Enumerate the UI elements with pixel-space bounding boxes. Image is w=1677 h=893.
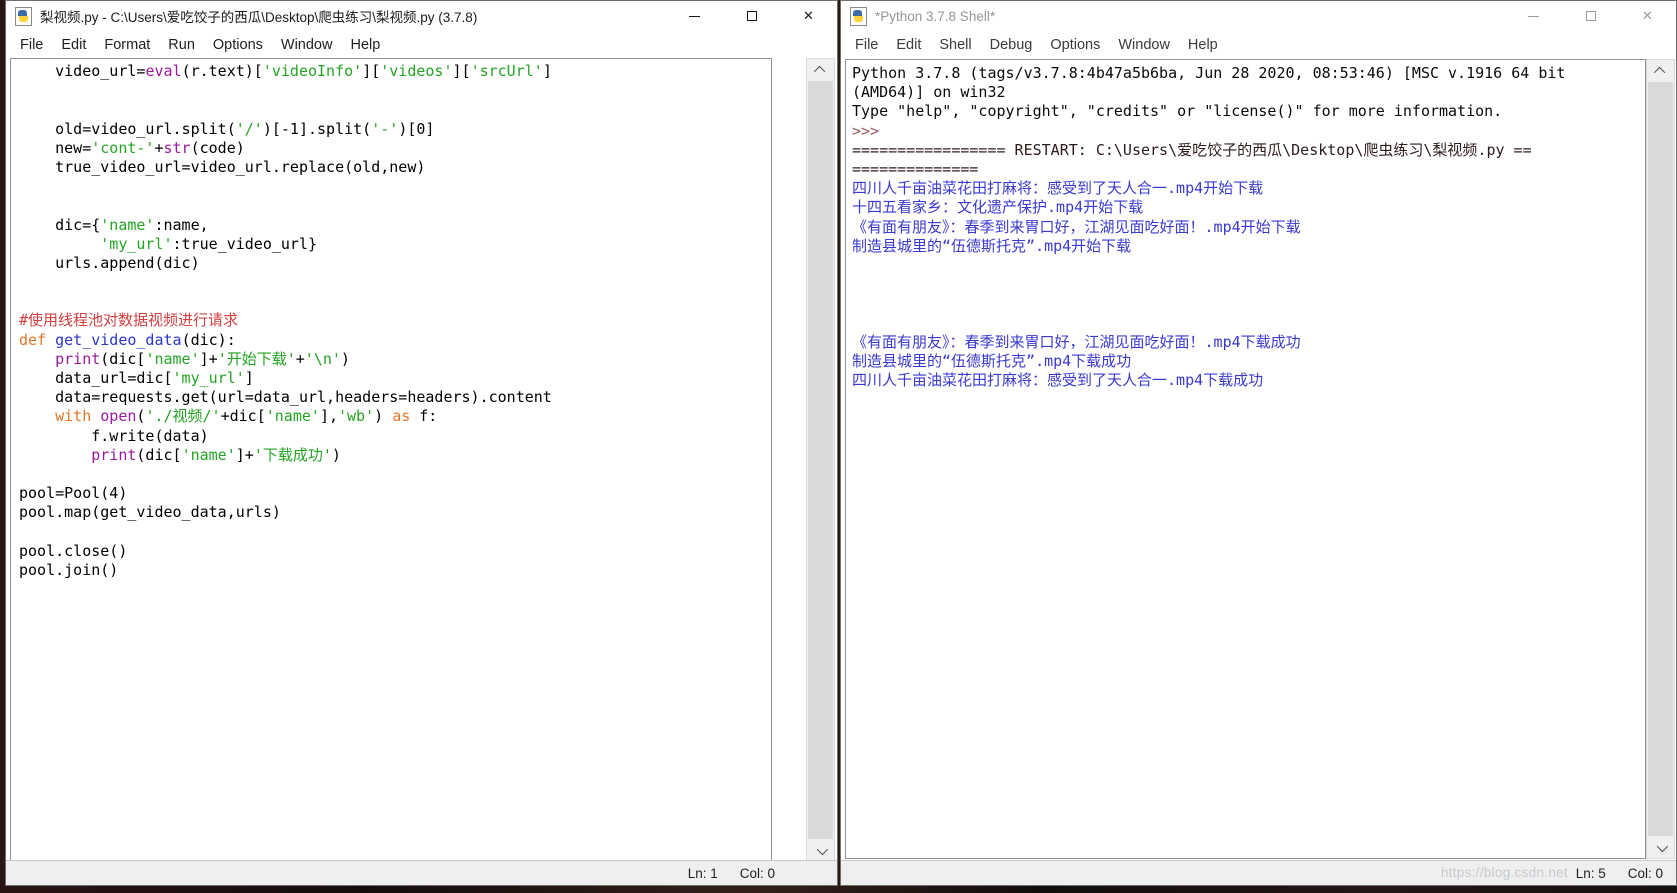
code-line: video_url=eval(r.text)['videoInfo']['vid… [19,62,552,80]
menu-item-options[interactable]: Options [204,34,272,56]
menu-item-shell[interactable]: Shell [930,34,980,56]
scroll-up-icon[interactable] [807,59,834,80]
code-line: dic={'name':name, [19,215,209,234]
python-shell-icon [850,6,867,26]
code-line: pool=Pool(4) [19,484,128,503]
shell-window: *Python 3.7.8 Shell* ✕ File Edit Shell Debu… [840,0,1677,886]
close-icon: ✕ [1642,8,1653,24]
csdn-watermark: https://blog.csdn.net [1440,865,1568,880]
menu-item-run[interactable]: Run [159,34,204,56]
code-line: pool.close() [19,541,128,560]
menu-item-debug[interactable]: Debug [981,34,1042,56]
shell-line: 四川人千亩油菜花田打麻将：感受到了天人合一.mp4下载成功 [852,371,1264,389]
shell-line: (AMD64)] on win32 [852,83,1006,102]
close-button[interactable]: ✕ [780,1,837,31]
menu-item-edit[interactable]: Edit [887,34,930,56]
editor-text-area[interactable]: video_url=eval(r.text)['videoInfo']['vid… [10,58,772,862]
maximize-button[interactable] [1562,1,1619,31]
menu-item-window[interactable]: Window [1109,34,1179,56]
minimize-icon [689,15,700,17]
scroll-up-icon[interactable] [1647,60,1674,81]
code-line: with open('./视频/'+dic['name'],'wb') as f… [55,407,438,426]
shell-statusbar: https://blog.csdn.net Ln: 5 Col: 0 [841,860,1676,885]
code-line: #使用线程池对数据视频进行请求 [19,311,239,330]
menu-item-file[interactable]: File [11,34,52,56]
code-line: new='cont-'+str(code) [19,138,245,157]
shell-line: 制造县城里的“伍德斯托克”.mp4开始下载 [852,236,1132,255]
shell-line: Python 3.7.8 (tags/v3.7.8:4b47a5b6ba, Ju… [852,64,1566,82]
shell-window-title: *Python 3.7.8 Shell* [875,8,996,24]
maximize-icon [746,11,757,21]
editor-statusbar: Ln: 1 Col: 0 [6,860,837,885]
scroll-down-icon[interactable] [807,840,834,861]
python-file-icon [15,6,32,26]
menu-item-help[interactable]: Help [1179,34,1227,56]
shell-line: Type "help", "copyright", "credits" or "… [852,102,1503,121]
code-line: print(dic['name']+'下载成功') [91,445,341,464]
minimize-button[interactable] [666,1,723,31]
code-line: def get_video_data(dic): [19,330,236,349]
menu-item-window[interactable]: Window [272,34,342,56]
shell-menubar: File Edit Shell Debug Options Window Help [841,31,1676,58]
code-line: true_video_url=video_url.replace(old,new… [19,157,426,176]
code-line: pool.map(get_video_data,urls) [19,503,281,522]
shell-line: ================= RESTART: C:\Users\爱吃饺子… [852,140,1532,159]
desktop: { "editor_window": { "title": "梨视频.py - … [0,0,1677,893]
shell-scrollbar[interactable] [1646,59,1675,859]
code-line: print(dic['name']+'开始下载'+'\n') [55,349,350,368]
code-line: f.write(data) [19,426,209,445]
editor-menubar: File Edit Format Run Options Window Help [6,31,837,58]
code-line: urls.append(dic) [19,253,200,272]
shell-line: 制造县城里的“伍德斯托克”.mp4下载成功 [852,351,1132,370]
shell-titlebar[interactable]: *Python 3.7.8 Shell* ✕ [841,1,1676,31]
minimize-icon [1528,15,1539,17]
editor-scrollbar-thumb[interactable] [808,81,833,839]
shell-line: ============== [852,159,979,178]
shell-scrollbar-thumb[interactable] [1648,82,1673,836]
shell-line: 十四五看家乡：文化遗产保护.mp4开始下载 [852,198,1144,217]
code-line: pool.join() [19,560,119,579]
code-line: old=video_url.split('/')[-1].split('-')[… [19,119,435,138]
menu-item-format[interactable]: Format [95,34,159,56]
close-button[interactable]: ✕ [1619,1,1676,31]
editor-line-indicator: Ln: 1 [687,865,718,881]
editor-col-indicator: Col: 0 [739,865,775,881]
editor-scrollbar[interactable] [806,58,835,862]
editor-window-title: 梨视频.py - C:\Users\爱吃饺子的西瓜\Desktop\爬虫练习\梨… [40,10,478,25]
editor-titlebar[interactable]: 梨视频.py - C:\Users\爱吃饺子的西瓜\Desktop\爬虫练习\梨… [6,1,837,31]
menu-item-edit[interactable]: Edit [52,34,95,56]
shell-line: 四川人千亩油菜花田打麻将：感受到了天人合一.mp4开始下载 [852,179,1264,198]
menu-item-help[interactable]: Help [341,34,389,56]
shell-col-indicator: Col: 0 [1627,865,1663,881]
menu-item-options[interactable]: Options [1041,34,1109,56]
maximize-button[interactable] [723,1,780,31]
code-line: 'my_url':true_video_url} [100,234,318,253]
close-icon: ✕ [803,8,814,24]
menu-item-file[interactable]: File [846,34,887,56]
shell-line: 《有面有朋友》：春季到来胃口好，江湖见面吃好面！.mp4下载成功 [852,332,1301,351]
code-line: data_url=dic['my_url'] [19,369,254,387]
code-line: data=requests.get(url=data_url,headers=h… [19,388,552,407]
shell-line: 《有面有朋友》：春季到来胃口好，江湖见面吃好面！.mp4开始下载 [852,217,1301,236]
shell-line: >>> [852,121,880,140]
shell-text-area[interactable]: Python 3.7.8 (tags/v3.7.8:4b47a5b6ba, Ju… [845,59,1646,859]
maximize-icon [1585,11,1596,21]
shell-line-indicator: Ln: 5 [1575,865,1606,881]
editor-window: 梨视频.py - C:\Users\爱吃饺子的西瓜\Desktop\爬虫练习\梨… [5,0,838,886]
scroll-down-icon[interactable] [1647,837,1674,858]
minimize-button[interactable] [1505,1,1562,31]
